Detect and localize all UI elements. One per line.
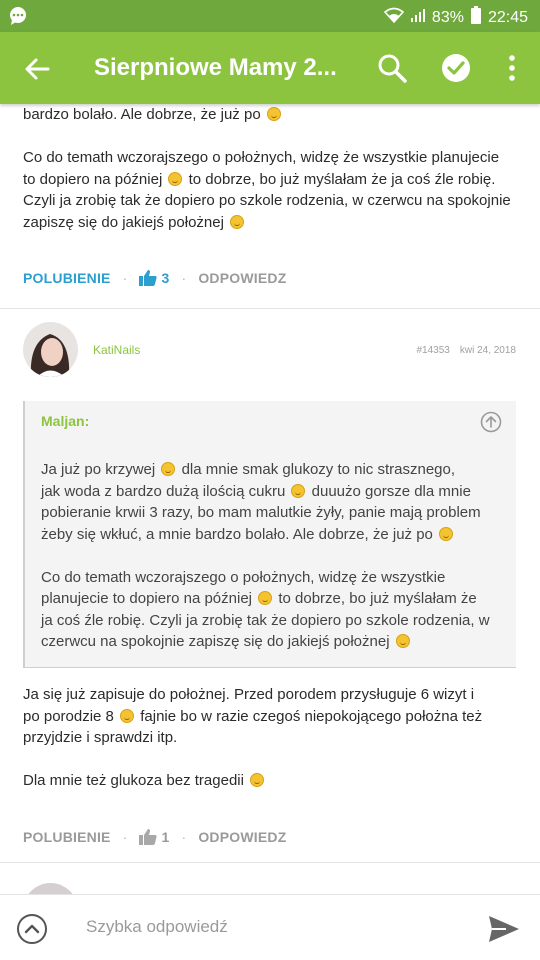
smile-emoji-icon (395, 634, 410, 648)
more-vert-icon[interactable] (496, 52, 528, 84)
signal-icon (410, 7, 426, 28)
like-button[interactable]: POLUBIENIE (23, 829, 111, 845)
thread-content: bardzo bolało. Ale dobrze, że już po Co … (0, 104, 540, 894)
quote-block: Maljan: Ja już po krzywej dla mnie smak … (23, 401, 516, 668)
avatar[interactable] (23, 322, 78, 377)
message-notification-icon (8, 6, 28, 31)
smile-emoji-icon (120, 708, 135, 723)
send-icon[interactable] (488, 915, 520, 943)
smile-emoji-icon (258, 591, 273, 605)
smile-emoji-icon (266, 107, 281, 121)
post-id: #14353 (416, 345, 450, 356)
battery-icon (470, 6, 482, 29)
post-meta: #14353 kwi 24, 2018 (416, 345, 516, 356)
post-actions: POLUBIENIE · 1 · ODPOWIEDZ (23, 829, 287, 845)
reply-button[interactable]: ODPOWIEDZ (198, 829, 286, 845)
arrow-up-circle-icon[interactable] (480, 411, 502, 433)
avatar[interactable] (23, 883, 78, 894)
app-bar: Sierpniowe Mamy 2... (0, 32, 540, 104)
post-actions: POLUBIENIE · 3 · ODPOWIEDZ (23, 270, 287, 286)
smile-emoji-icon (168, 171, 183, 186)
smile-emoji-icon (439, 526, 454, 541)
like-button[interactable]: POLUBIENIE (23, 270, 111, 286)
quote-text: Ja już po krzywej dla mnie smak glukozy … (41, 461, 490, 650)
battery-level: 83% (431, 8, 464, 26)
thumbs-up-icon (139, 829, 158, 845)
smile-emoji-icon (161, 462, 176, 476)
like-count[interactable]: 1 (139, 829, 169, 845)
reply-button[interactable]: ODPOWIEDZ (198, 270, 286, 286)
divider (0, 862, 540, 863)
divider (0, 308, 540, 309)
like-count[interactable]: 3 (139, 270, 169, 286)
author-name[interactable]: KatiNails (93, 343, 140, 357)
quick-reply-input[interactable]: Szybka odpowiedź (86, 917, 228, 937)
post-date: kwi 24, 2018 (459, 345, 516, 356)
page-title: Sierpniowe Mamy 2... (94, 54, 337, 81)
smile-emoji-icon (291, 483, 306, 498)
clock: 22:45 (487, 8, 528, 26)
post-text: bardzo bolało. Ale dobrze, że już po Co … (23, 106, 511, 231)
laugh-emoji-icon (250, 773, 265, 787)
check-circle-icon[interactable] (440, 52, 472, 84)
status-bar: 83% 22:45 (0, 0, 540, 32)
expand-up-icon[interactable] (16, 913, 48, 945)
quick-reply-bar: Szybka odpowiedź (0, 894, 540, 960)
quote-author: Maljan: (41, 413, 90, 429)
back-arrow-icon[interactable] (20, 52, 54, 86)
thumbs-up-icon (139, 270, 158, 286)
smile-emoji-icon (230, 214, 245, 229)
wifi-icon (383, 7, 405, 28)
search-icon[interactable] (376, 52, 408, 84)
post-text: Ja się już zapisuje do położnej. Przed p… (23, 686, 483, 789)
